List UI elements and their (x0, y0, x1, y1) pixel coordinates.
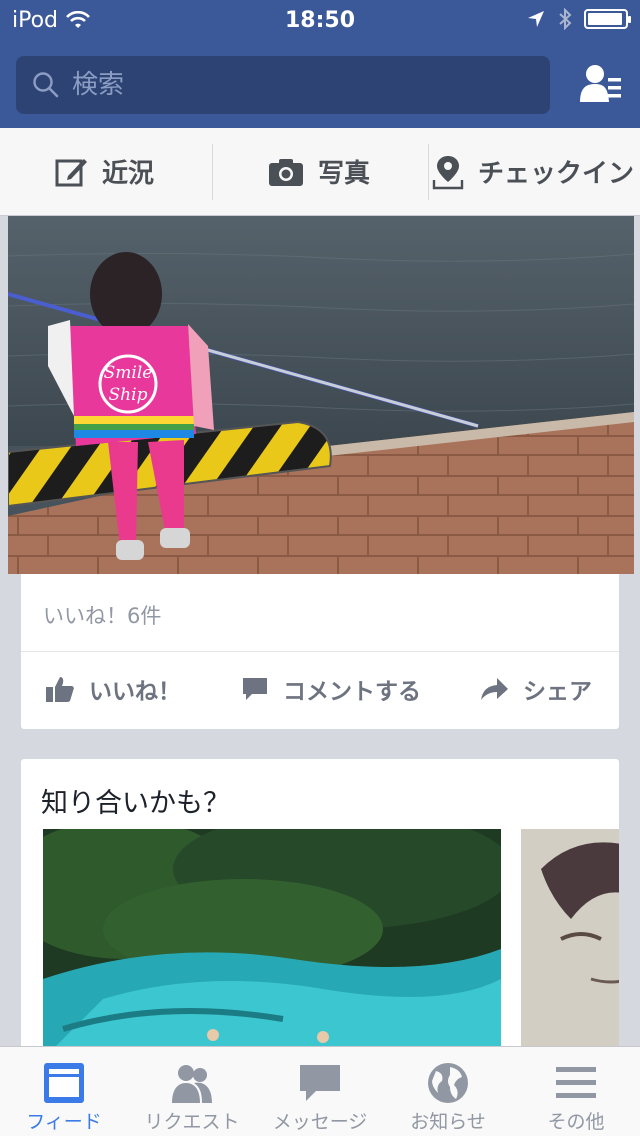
post-photo-illustration: Smile Ship (8, 216, 634, 574)
checkin-button[interactable]: チェックイン (432, 144, 634, 200)
like-button[interactable]: いいね！ (45, 666, 181, 712)
location-pin-icon (432, 155, 464, 189)
location-arrow-icon (528, 11, 544, 27)
composer-divider (212, 144, 213, 200)
post-photo[interactable]: Smile Ship (8, 216, 634, 574)
photo-button[interactable]: 写真 (268, 144, 370, 200)
status-update-button[interactable]: 近況 (54, 144, 154, 200)
status-update-label: 近況 (102, 159, 155, 189)
status-right (526, 8, 631, 30)
globe-icon (428, 1063, 468, 1103)
pymk-profile-photo[interactable] (43, 829, 501, 1057)
tab-notifications-label: お知らせ (410, 1111, 486, 1133)
pymk-title: 知り合いかも？ (41, 788, 230, 819)
tab-notifications[interactable]: お知らせ (384, 1047, 512, 1136)
share-label: シェア (523, 679, 592, 705)
comment-label: コメントする (283, 679, 421, 705)
menu-icon (556, 1067, 596, 1098)
bluetooth-icon (559, 8, 572, 30)
vest-text-1: Smile (104, 363, 153, 383)
status-bar: iPod 18:50 (0, 0, 640, 40)
card-divider (21, 651, 619, 652)
tab-feed-label: フィード (26, 1111, 102, 1133)
post-card: いいね！6件 いいね！ コメントする シェア (20, 574, 620, 730)
tab-requests-label: リクエスト (144, 1111, 240, 1133)
people-you-may-know-card: 知り合いかも？ (20, 758, 620, 1058)
search-input[interactable] (72, 70, 512, 100)
search-icon (33, 72, 59, 98)
composer-bar: 近況 写真 チェックイン (0, 128, 640, 216)
tab-requests[interactable]: リクエスト (128, 1047, 256, 1136)
pymk-profile-photo[interactable] (521, 829, 619, 1057)
tab-messages-label: メッセージ (272, 1111, 368, 1133)
thumbs-up-icon (46, 677, 74, 702)
comment-button[interactable]: コメントする (241, 666, 421, 712)
lake-photo (43, 829, 501, 1057)
tab-more[interactable]: その他 (512, 1047, 640, 1136)
search-bar[interactable] (16, 56, 550, 114)
composer-divider (428, 144, 429, 200)
edit-icon (55, 158, 87, 186)
vest-text-2: Ship (109, 385, 148, 405)
bottom-tab-bar: フィード リクエスト メッセージ お知らせ その他 (0, 1046, 640, 1136)
friend-requests-icon (172, 1065, 212, 1103)
feed-icon (44, 1063, 84, 1103)
tab-feed[interactable]: フィード (0, 1047, 128, 1136)
photo-label: 写真 (318, 159, 371, 189)
likes-count[interactable]: いいね！6件 (43, 600, 161, 630)
comment-icon (243, 678, 267, 700)
messages-icon (300, 1065, 340, 1101)
share-arrow-icon (481, 678, 508, 700)
checkin-label: チェックイン (478, 159, 635, 189)
top-nav-bar (0, 40, 640, 128)
portrait-photo (521, 829, 619, 1057)
friends-list-icon[interactable] (578, 62, 622, 106)
tab-more-label: その他 (547, 1111, 605, 1133)
tab-messages[interactable]: メッセージ (256, 1047, 384, 1136)
battery-icon (584, 9, 631, 29)
camera-icon (269, 158, 303, 186)
share-button[interactable]: シェア (479, 666, 592, 712)
like-label: いいね！ (89, 679, 181, 705)
